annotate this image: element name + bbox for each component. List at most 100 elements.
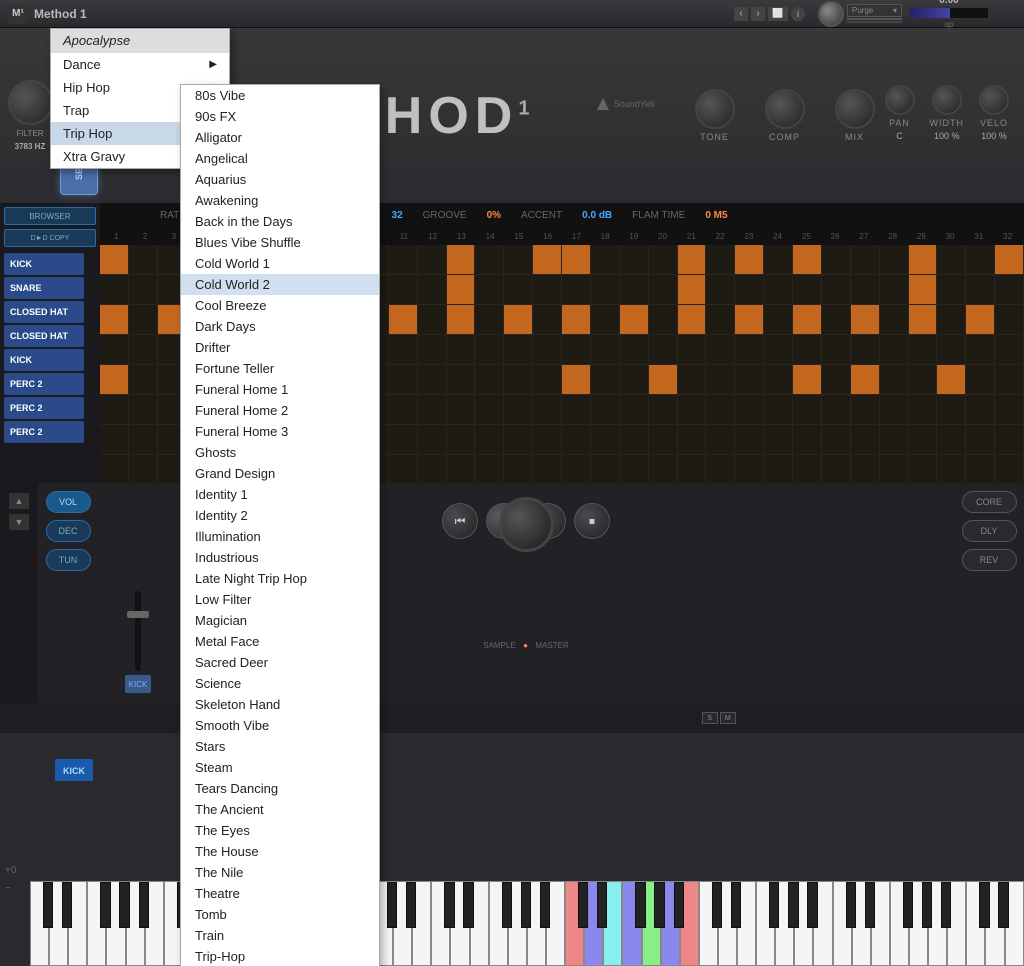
info-btn[interactable]: i [791, 7, 805, 21]
black-key-49[interactable] [979, 882, 989, 928]
white-key-42[interactable] [833, 881, 852, 966]
drum-snare[interactable]: SNARE [4, 277, 84, 299]
submenu-item[interactable]: Aquarius [181, 169, 379, 190]
submenu-item[interactable]: Funeral Home 2 [181, 400, 379, 421]
menu-dance[interactable]: Dance ▶ [51, 53, 229, 76]
prev-patch-btn[interactable]: ‹ [734, 7, 748, 21]
white-key-45[interactable] [890, 881, 909, 966]
submenu-item[interactable]: Funeral Home 1 [181, 379, 379, 400]
submenu-item[interactable]: The Eyes [181, 820, 379, 841]
master-knob[interactable] [499, 497, 554, 552]
dly-btn[interactable]: DLY [962, 520, 1017, 542]
purge-btn[interactable]: Purge ▾ [847, 4, 902, 17]
submenu-item[interactable]: Illumination [181, 526, 379, 547]
submenu-item[interactable]: Identity 2 [181, 505, 379, 526]
submenu-item[interactable]: Trip-Hop [181, 946, 379, 966]
filter-knob[interactable] [8, 80, 53, 125]
black-key-35[interactable] [712, 882, 722, 928]
white-key-24[interactable] [489, 881, 508, 966]
menu-top-item[interactable]: Apocalypse [51, 29, 229, 52]
black-key-47[interactable] [941, 882, 951, 928]
dec-btn[interactable]: DEC [46, 520, 91, 542]
submenu-item[interactable]: 80s Vibe [181, 85, 379, 106]
submenu-cold-world-2[interactable]: Cold World 2 [181, 274, 379, 295]
black-key-31[interactable] [635, 882, 645, 928]
white-key-0[interactable] [30, 881, 49, 966]
submenu-item[interactable]: The Ancient [181, 799, 379, 820]
copy-btn[interactable]: D►D COPY [4, 229, 96, 247]
black-key-1[interactable] [62, 882, 72, 928]
submenu-item[interactable]: Low Filter [181, 589, 379, 610]
submenu-item[interactable]: Tomb [181, 904, 379, 925]
black-key-22[interactable] [463, 882, 473, 928]
kick-fader-track[interactable] [135, 591, 141, 671]
drum-closedhat2[interactable]: CLOSED HAT [4, 325, 84, 347]
submenu-item[interactable]: Tears Dancing [181, 778, 379, 799]
drum-kick2[interactable]: KICK [4, 349, 84, 371]
submenu-item[interactable]: The Nile [181, 862, 379, 883]
black-key-18[interactable] [387, 882, 397, 928]
comp-knob[interactable] [765, 89, 805, 129]
pan-knob[interactable] [885, 85, 915, 115]
black-key-21[interactable] [444, 882, 454, 928]
black-key-26[interactable] [540, 882, 550, 928]
black-key-3[interactable] [100, 882, 110, 928]
white-key-28[interactable] [565, 881, 584, 966]
black-key-24[interactable] [502, 882, 512, 928]
down-arrow[interactable]: ▼ [9, 514, 29, 530]
submenu-item[interactable]: Sacred Deer [181, 652, 379, 673]
submenu-item[interactable]: Magician [181, 610, 379, 631]
vol-btn[interactable]: VOL [46, 491, 91, 513]
submenu-item[interactable]: 90s FX [181, 106, 379, 127]
drum-closedhat1[interactable]: CLOSED HAT [4, 301, 84, 323]
black-key-46[interactable] [922, 882, 932, 928]
submenu-item[interactable]: Ghosts [181, 442, 379, 463]
mix-knob[interactable] [835, 89, 875, 129]
rev-btn[interactable]: REV [962, 549, 1017, 571]
black-key-4[interactable] [119, 882, 129, 928]
black-key-45[interactable] [903, 882, 913, 928]
white-key-31[interactable] [622, 881, 641, 966]
submenu-item[interactable]: Back in the Days [181, 211, 379, 232]
black-key-0[interactable] [43, 882, 53, 928]
white-key-38[interactable] [756, 881, 775, 966]
submenu-item[interactable]: Steam [181, 757, 379, 778]
black-key-39[interactable] [788, 882, 798, 928]
white-key-3[interactable] [87, 881, 106, 966]
minus-btn[interactable]: − [5, 883, 11, 894]
black-key-28[interactable] [578, 882, 588, 928]
black-key-5[interactable] [139, 882, 149, 928]
submenu-item[interactable]: Fortune Teller [181, 358, 379, 379]
drum-perc3[interactable]: PERC 2 [4, 421, 84, 443]
solo-snare[interactable]: S [702, 712, 718, 724]
submenu-item[interactable]: Smooth Vibe [181, 715, 379, 736]
submenu-item[interactable]: Industrious [181, 547, 379, 568]
submenu-item[interactable]: Skeleton Hand [181, 694, 379, 715]
width-knob[interactable] [932, 85, 962, 115]
black-key-40[interactable] [807, 882, 817, 928]
next-patch-btn[interactable]: › [751, 7, 765, 21]
submenu-item[interactable]: Identity 1 [181, 484, 379, 505]
core-btn[interactable]: CORE [962, 491, 1017, 513]
white-key-49[interactable] [966, 881, 985, 966]
submenu-item[interactable]: Dark Days [181, 316, 379, 337]
mute-snare[interactable]: M [720, 712, 736, 724]
submenu-item[interactable]: Blues Vibe Shuffle [181, 232, 379, 253]
submenu-item[interactable]: Awakening [181, 190, 379, 211]
black-key-25[interactable] [521, 882, 531, 928]
velo-knob[interactable] [979, 85, 1009, 115]
white-key-35[interactable] [699, 881, 718, 966]
black-key-29[interactable] [597, 882, 607, 928]
submenu-cold-world-1[interactable]: Cold World 1 [181, 253, 379, 274]
submenu-item[interactable]: Drifter [181, 337, 379, 358]
submenu-item[interactable]: Alligator [181, 127, 379, 148]
black-key-36[interactable] [731, 882, 741, 928]
white-key-21[interactable] [431, 881, 450, 966]
black-key-43[interactable] [865, 882, 875, 928]
submenu-item[interactable]: Late Night Trip Hop [181, 568, 379, 589]
tone-knob[interactable] [695, 89, 735, 129]
submenu-item[interactable]: Cool Breeze [181, 295, 379, 316]
black-key-42[interactable] [846, 882, 856, 928]
submenu-item[interactable]: Funeral Home 3 [181, 421, 379, 442]
black-key-50[interactable] [998, 882, 1008, 928]
